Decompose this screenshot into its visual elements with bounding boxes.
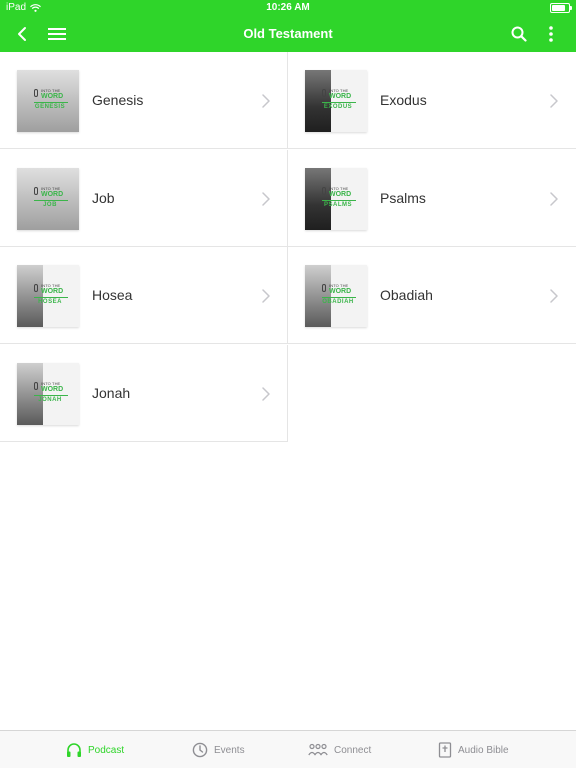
search-icon	[511, 26, 527, 42]
tab-label: Events	[214, 744, 245, 756]
cover-book-title: HOSEA	[38, 299, 62, 305]
book-title: Jonah	[92, 384, 131, 401]
chevron-right-icon	[549, 94, 559, 108]
microphone-icon	[34, 89, 38, 97]
cover-book-title: EXODUS	[323, 104, 353, 110]
book-item[interactable]: INTO THE WORD JOB Job	[0, 149, 288, 247]
status-right	[550, 2, 572, 13]
tab-audio-bible[interactable]: Audio Bible	[438, 731, 509, 769]
logo-divider	[322, 199, 356, 201]
podcast-logo: INTO THE WORD EXODUS	[319, 89, 357, 116]
cover-book-title: JOB	[43, 201, 57, 208]
logo-divider	[322, 102, 356, 103]
podcast-logo: INTO THE WORD JONAH	[31, 381, 69, 409]
book-title: Obadiah	[380, 287, 433, 303]
microphone-icon	[34, 284, 38, 292]
status-bar: iPad 10:26 AM	[0, 0, 576, 16]
tab-label: Connect	[334, 744, 372, 756]
people-icon	[308, 743, 328, 757]
podcast-logo: INTO THE WORD PSALMS	[319, 186, 357, 214]
cover-book-title: JONAH	[38, 396, 62, 403]
book-title: Genesis	[92, 92, 144, 108]
podcast-logo: INTO THE WORD HOSEA	[31, 284, 69, 311]
chevron-right-icon	[261, 289, 271, 303]
book-item[interactable]: INTO THE WORD JONAH Jonah	[0, 344, 288, 442]
microphone-icon	[322, 284, 326, 292]
tab-label: Audio Bible	[458, 744, 509, 756]
book-item[interactable]: INTO THE WORD PSALMS Psalms	[288, 150, 576, 247]
more-options-button[interactable]	[539, 22, 563, 46]
tab-events[interactable]: Events	[192, 731, 245, 769]
podcast-logo: INTO THE WORD GENESIS	[31, 89, 69, 116]
navigation-bar: Old Testament	[0, 16, 576, 52]
podcast-cover-image: INTO THE WORD JONAH	[17, 362, 79, 425]
tab-label: Podcast	[88, 744, 125, 756]
logo-divider	[34, 297, 68, 298]
podcast-cover-image: INTO THE WORD OBADIAH	[305, 265, 367, 327]
headphones-icon	[66, 742, 82, 758]
book-item[interactable]: INTO THE WORD HOSEA Hosea	[0, 247, 288, 344]
book-item[interactable]: INTO THE WORD EXODUS Exodus	[288, 52, 576, 149]
podcast-cover-image: INTO THE WORD GENESIS	[17, 70, 79, 132]
podcast-cover-image: INTO THE WORD EXODUS	[305, 70, 367, 132]
page-title: Old Testament	[243, 26, 333, 41]
book-title: Psalms	[380, 189, 426, 206]
chevron-right-icon	[261, 191, 271, 206]
battery-icon	[550, 3, 572, 13]
search-button[interactable]	[507, 22, 531, 46]
microphone-icon	[322, 89, 326, 97]
podcast-cover-image: INTO THE WORD JOB	[17, 167, 79, 230]
podcast-logo: INTO THE WORD JOB	[31, 186, 69, 214]
bible-icon	[438, 742, 452, 758]
tab-connect[interactable]: Connect	[308, 731, 371, 769]
podcast-cover-image: INTO THE WORD PSALMS	[305, 167, 367, 230]
book-title: Exodus	[380, 92, 427, 108]
tab-bar: Podcast Events Connect Audio Bible	[0, 730, 576, 768]
cover-book-title: GENESIS	[34, 104, 66, 110]
cover-book-title: OBADIAH	[322, 299, 354, 305]
microphone-icon	[34, 381, 38, 390]
microphone-icon	[322, 186, 326, 195]
logo-divider	[34, 102, 68, 103]
podcast-cover-image: INTO THE WORD HOSEA	[17, 265, 79, 327]
book-title: Job	[92, 189, 115, 206]
podcast-logo: INTO THE WORD OBADIAH	[319, 284, 357, 311]
battery-level	[552, 5, 565, 11]
chevron-right-icon	[261, 94, 271, 108]
chevron-right-icon	[549, 289, 559, 303]
chevron-right-icon	[261, 386, 271, 401]
book-title: Hosea	[92, 287, 133, 303]
logo-divider	[34, 199, 68, 201]
tab-podcast[interactable]: Podcast	[66, 731, 124, 769]
logo-divider	[34, 394, 68, 396]
book-item[interactable]: INTO THE WORD GENESIS Genesis	[0, 52, 288, 149]
more-vertical-icon	[549, 26, 553, 42]
microphone-icon	[34, 186, 38, 195]
cover-book-title: PSALMS	[323, 201, 352, 208]
logo-divider	[322, 297, 356, 298]
chevron-right-icon	[549, 191, 559, 206]
clock-icon	[192, 742, 208, 758]
book-item[interactable]: INTO THE WORD OBADIAH Obadiah	[288, 247, 576, 344]
status-time: 10:26 AM	[266, 2, 310, 13]
